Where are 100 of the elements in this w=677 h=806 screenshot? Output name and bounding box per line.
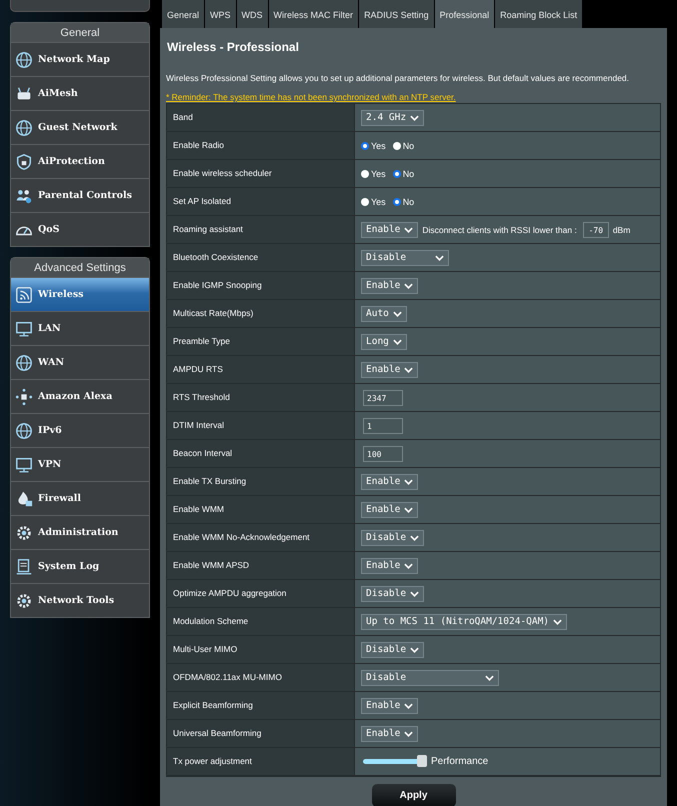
reminder-link[interactable]: * Reminder: The system time has not been synchronized with an NTP server. (166, 92, 661, 102)
gear-icon (15, 592, 33, 610)
setting-label: Explicit Beamforming (167, 692, 355, 719)
menu-item[interactable]: LAN (11, 311, 149, 345)
tab[interactable]: Roaming Block List (495, 0, 582, 28)
chevron-icon (404, 702, 414, 708)
setting-label: Universal Beamforming (167, 720, 355, 747)
setting-label: Band (167, 104, 355, 131)
setting-label: Optimize AMPDU aggregation (167, 580, 355, 607)
radio-option[interactable]: Yes (361, 196, 386, 206)
radio-option[interactable]: No (392, 196, 414, 206)
setting-label: Enable wireless scheduler (167, 160, 355, 187)
menu-item[interactable]: Amazon Alexa (11, 379, 149, 413)
input-field[interactable]: 100 (363, 446, 403, 462)
menu-item[interactable]: VPN (11, 447, 149, 481)
dropdown[interactable]: Auto (361, 306, 407, 322)
monitor-icon (15, 456, 33, 474)
chevron-icon (435, 254, 444, 260)
input-field[interactable]: -70 (582, 222, 609, 238)
tab[interactable]: Wireless MAC Filter (268, 0, 358, 28)
radio-option[interactable]: Yes (361, 168, 386, 178)
setting-label: Preamble Type (167, 328, 355, 355)
dropdown[interactable]: Enable (361, 222, 418, 238)
slider-value: Performance (431, 756, 488, 767)
dropdown[interactable]: Enable (361, 502, 418, 518)
menu-item[interactable]: WAN (11, 345, 149, 379)
page-title: Wireless - Professional (167, 40, 300, 54)
menu-item[interactable]: Guest Network (11, 110, 149, 144)
input-field[interactable]: 1 (363, 418, 403, 434)
menu-item[interactable]: Network Map (11, 42, 149, 76)
chevron-icon (404, 478, 414, 484)
tab[interactable]: RADIUS Setting (359, 0, 434, 28)
tab[interactable]: Professional (434, 0, 494, 28)
radio-option[interactable]: Yes (361, 140, 386, 150)
input-field[interactable]: 2347 (363, 390, 403, 406)
apply-button[interactable]: Apply (372, 784, 456, 806)
chevron-icon (410, 590, 420, 596)
chevron-icon (410, 534, 420, 540)
setting-label: AMPDU RTS (167, 356, 355, 383)
globe-icon (15, 422, 33, 440)
slider-thumb[interactable] (417, 755, 427, 767)
document-icon (15, 558, 33, 576)
setting-label: Multi-User MIMO (167, 636, 355, 663)
setting-label: Modulation Scheme (167, 608, 355, 635)
dropdown[interactable]: Disable (361, 586, 424, 602)
dropdown[interactable]: Up to MCS 11 (NitroQAM/1024-QAM) (361, 614, 568, 630)
menu-item[interactable]: IPv6 (11, 413, 149, 447)
menu-item[interactable]: Firewall (11, 481, 149, 515)
setting-label: Tx power adjustment (167, 748, 355, 775)
menu-item[interactable]: Parental Controls (11, 178, 149, 212)
dropdown[interactable]: Long (361, 334, 407, 350)
chevron-icon (392, 338, 402, 344)
dropdown[interactable]: Disable (361, 642, 424, 658)
dropdown[interactable]: Enable (361, 278, 418, 294)
dropdown[interactable]: Enable (361, 362, 418, 378)
unit-label: dBm (612, 224, 630, 234)
tab[interactable]: General (162, 0, 204, 28)
chevron-icon (553, 618, 562, 624)
setting-label: Enable IGMP Snooping (167, 272, 355, 299)
setting-label: Set AP Isolated (167, 188, 355, 215)
menu-item[interactable]: Network Tools (11, 583, 149, 617)
dropdown[interactable]: 2.4 GHz (361, 110, 424, 126)
chevron-icon (404, 562, 414, 568)
dropdown[interactable]: Enable (361, 698, 418, 714)
chevron-icon (404, 730, 414, 736)
dropdown[interactable]: Enable (361, 558, 418, 574)
shield-icon (15, 152, 33, 170)
setting-label: Roaming assistant (167, 216, 355, 243)
menu-item[interactable]: Administration (11, 515, 149, 549)
chevron-icon (404, 226, 414, 232)
dropdown[interactable]: Disable (361, 250, 449, 266)
tab[interactable]: WPS (205, 0, 236, 28)
setting-label: OFDMA/802.11ax MU-MIMO (167, 664, 355, 691)
globe-icon (15, 118, 33, 136)
setting-label: RTS Threshold (167, 384, 355, 411)
setting-label: Enable WMM APSD (167, 552, 355, 579)
hub-icon (15, 388, 33, 406)
menu-item[interactable]: QoS (11, 212, 149, 246)
dropdown[interactable]: Enable (361, 474, 418, 490)
setting-label: Beacon Interval (167, 440, 355, 467)
dropdown[interactable]: Disable (361, 670, 499, 686)
menu-item[interactable]: AiProtection (11, 144, 149, 178)
tab[interactable]: WDS (236, 0, 268, 28)
chevron-icon (485, 674, 494, 680)
chevron-icon (410, 646, 420, 652)
router-icon (15, 84, 33, 102)
radio-option[interactable]: No (392, 140, 414, 150)
gear-icon (15, 524, 33, 542)
menu-item[interactable]: Wireless (11, 277, 149, 311)
chevron-icon (410, 114, 420, 120)
dropdown[interactable]: Enable (361, 726, 418, 742)
menu-item[interactable]: System Log (11, 549, 149, 583)
menu-heading: Advanced Settings (11, 258, 149, 277)
setting-label: DTIM Interval (167, 412, 355, 439)
field-label: Disconnect clients with RSSI lower than : (422, 224, 577, 234)
setting-label: Enable Radio (167, 132, 355, 159)
globe-icon (15, 354, 33, 372)
dropdown[interactable]: Disable (361, 530, 424, 546)
radio-option[interactable]: No (392, 168, 414, 178)
menu-item[interactable]: AiMesh (11, 76, 149, 110)
